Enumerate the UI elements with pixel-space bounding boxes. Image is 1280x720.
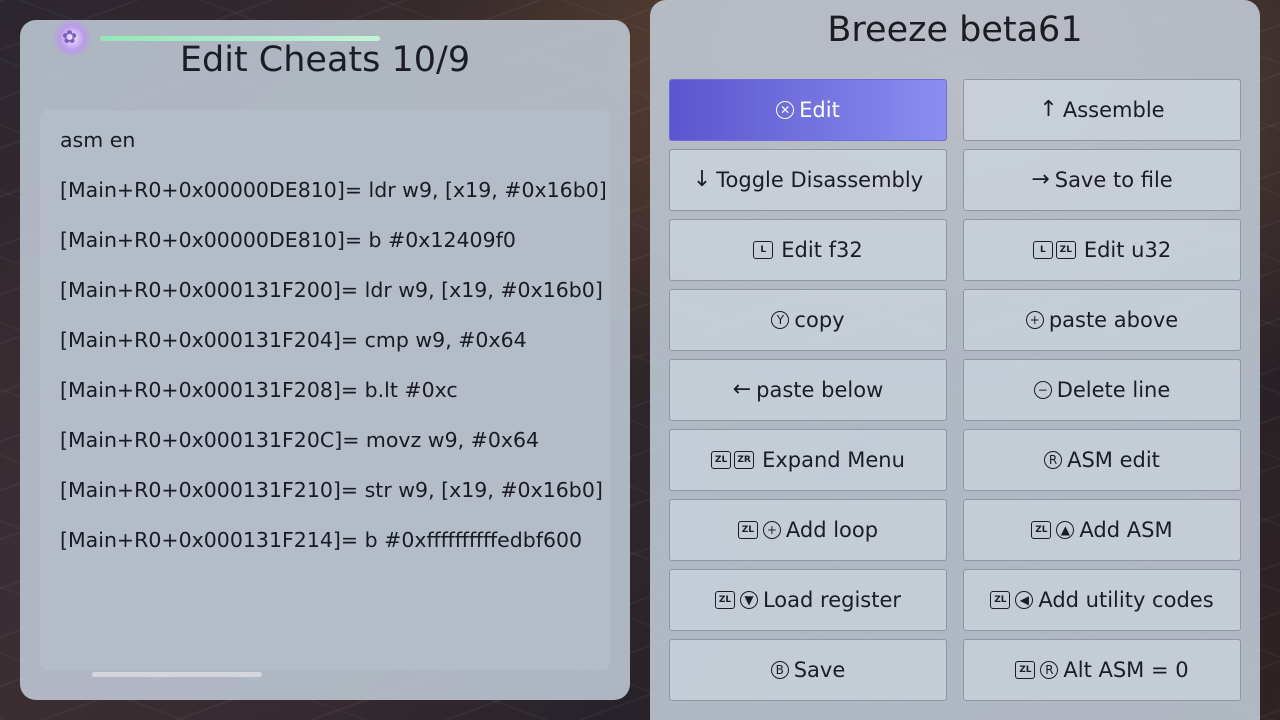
button-icons: L ZL bbox=[1032, 241, 1079, 259]
button-icons: → bbox=[1031, 169, 1049, 191]
menu-button-label: Add ASM bbox=[1079, 518, 1173, 542]
minus-button-icon: − bbox=[1033, 381, 1052, 399]
button-icons: + bbox=[1025, 311, 1044, 329]
button-icons: ZL ▼ bbox=[714, 591, 758, 609]
button-icons: ZL ◀ bbox=[990, 591, 1034, 609]
zl-button-icon: ZL bbox=[1031, 521, 1052, 539]
menu-button[interactable]: → Save to file bbox=[963, 149, 1241, 211]
menu-button-label: copy bbox=[794, 308, 845, 332]
menu-button[interactable]: ZL ▲ Add ASM bbox=[963, 499, 1241, 561]
menu-button-label: paste above bbox=[1048, 308, 1179, 332]
code-line[interactable]: [Main+R0+0x000131F214]= b #0xffffffffffe… bbox=[60, 528, 582, 552]
dpad-down-icon: ↓ bbox=[692, 167, 712, 192]
code-line[interactable]: [Main+R0+0x000131F200]= ldr w9, [x19, #0… bbox=[60, 278, 603, 302]
menu-button-label: Delete line bbox=[1056, 378, 1171, 402]
menu-panel: Breeze beta61 ✕ Edit ↑ Assemble ↓ Toggle Disa… bbox=[650, 0, 1260, 720]
b-button-icon: B bbox=[770, 661, 789, 679]
button-icons: ↓ bbox=[693, 169, 711, 191]
zr-button-icon: ZR bbox=[734, 451, 755, 469]
button-icons: R bbox=[1044, 451, 1063, 469]
zl-button-icon: ZL bbox=[990, 591, 1011, 609]
menu-button[interactable]: R ASM edit bbox=[963, 429, 1241, 491]
menu-title: Breeze beta61 bbox=[827, 10, 1083, 50]
code-line[interactable]: [Main+R0+0x000131F204]= cmp w9, #0x64 bbox=[60, 328, 527, 352]
menu-button[interactable]: ZL ▼ Load register bbox=[669, 569, 947, 631]
menu-button[interactable]: ZL ZR Expand Menu bbox=[669, 429, 947, 491]
menu-button[interactable]: L Edit f32 bbox=[669, 219, 947, 281]
zl-button-icon: ZL bbox=[1055, 241, 1076, 259]
button-icons: ZL ZR bbox=[711, 451, 757, 469]
a-button-icon: ✕ bbox=[776, 101, 795, 119]
menu-button[interactable]: L ZL Edit u32 bbox=[963, 219, 1241, 281]
code-line[interactable]: [Main+R0+0x000131F210]= str w9, [x19, #0… bbox=[60, 478, 603, 502]
right-stick-icon: R bbox=[1044, 451, 1063, 469]
zl-button-icon: ZL bbox=[1015, 661, 1036, 679]
dpad-left-icon: ← bbox=[732, 377, 752, 402]
menu-button[interactable]: + paste above bbox=[963, 289, 1241, 351]
plus-button-icon: + bbox=[1025, 311, 1044, 329]
menu-button[interactable]: ✕ Edit bbox=[669, 79, 947, 141]
menu-button[interactable]: B Save bbox=[669, 639, 947, 701]
zl-button-icon: ZL bbox=[711, 451, 732, 469]
menu-button[interactable]: ZL ◀ Add utility codes bbox=[963, 569, 1241, 631]
code-line[interactable]: [Main+R0+0x00000DE810]= b #0x12409f0 bbox=[60, 228, 516, 252]
scroll-indicator bbox=[92, 672, 262, 677]
menu-button[interactable]: ↓ Toggle Disassembly bbox=[669, 149, 947, 211]
plus-button-icon: + bbox=[762, 521, 781, 539]
menu-button-label: paste below bbox=[756, 378, 884, 402]
panel-title: Edit Cheats 10/9 bbox=[179, 40, 471, 80]
menu-button-label: Alt ASM = 0 bbox=[1063, 658, 1189, 682]
menu-button-label: Add loop bbox=[785, 518, 879, 542]
menu-button-label: Edit bbox=[799, 98, 840, 122]
button-icons: ↑ bbox=[1039, 99, 1057, 121]
l-button-icon: L bbox=[1032, 241, 1053, 259]
button-icons: ✕ bbox=[776, 101, 795, 119]
menu-button-label: Add utility codes bbox=[1038, 588, 1214, 612]
code-line[interactable]: [Main+R0+0x000131F208]= b.lt #0xc bbox=[60, 378, 458, 402]
menu-button-label: Save to file bbox=[1054, 168, 1173, 192]
dpad-right-icon: → bbox=[1031, 167, 1050, 192]
menu-button-label: Toggle Disassembly bbox=[716, 168, 924, 192]
button-icons: ZL + bbox=[737, 521, 781, 539]
menu-button-label: ASM edit bbox=[1067, 448, 1160, 472]
menu-button-label: Edit u32 bbox=[1083, 238, 1172, 262]
button-icons: B bbox=[770, 661, 789, 679]
menu-button[interactable]: ZL R Alt ASM = 0 bbox=[963, 639, 1241, 701]
right-stick-icon: R bbox=[1040, 661, 1059, 679]
menu-button[interactable]: ← paste below bbox=[669, 359, 947, 421]
dpad-up-icon: ↑ bbox=[1039, 97, 1058, 122]
button-icons: − bbox=[1033, 381, 1052, 399]
menu-button-label: Load register bbox=[762, 588, 902, 612]
menu-button-label: Edit f32 bbox=[781, 238, 863, 262]
button-icons: L bbox=[753, 241, 776, 259]
menu-button[interactable]: − Delete line bbox=[963, 359, 1241, 421]
zl-button-icon: ZL bbox=[714, 591, 735, 609]
dpad-down-filled-icon: ▼ bbox=[739, 591, 758, 609]
button-icons: ZL ▲ bbox=[1031, 521, 1075, 539]
button-icons: ← bbox=[733, 379, 751, 401]
y-button-icon: Y bbox=[771, 311, 790, 329]
menu-button-label: Expand Menu bbox=[762, 448, 905, 472]
code-line[interactable]: [Main+R0+0x00000DE810]= ldr w9, [x19, #0… bbox=[60, 178, 607, 202]
dpad-up-filled-icon: ▲ bbox=[1056, 521, 1075, 539]
menu-button-label: Save bbox=[793, 658, 846, 682]
code-line[interactable]: [Main+R0+0x000131F20C]= movz w9, #0x64 bbox=[60, 428, 539, 452]
l-button-icon: L bbox=[753, 241, 774, 259]
menu-button-label: Assemble bbox=[1062, 98, 1165, 122]
menu-button[interactable]: ZL + Add loop bbox=[669, 499, 947, 561]
dpad-left-filled-icon: ◀ bbox=[1015, 591, 1034, 609]
edit-cheats-panel: ✿ Edit Cheats 10/9 asm en [Main+R0+0x000… bbox=[20, 20, 630, 700]
menu-button[interactable]: ↑ Assemble bbox=[963, 79, 1241, 141]
button-icons: Y bbox=[771, 311, 790, 329]
cheat-code-list[interactable]: asm en [Main+R0+0x00000DE810]= ldr w9, [… bbox=[40, 110, 610, 670]
menu-button[interactable]: Ycopy bbox=[669, 289, 947, 351]
code-line[interactable]: asm en bbox=[60, 128, 135, 152]
button-icons: ZL R bbox=[1015, 661, 1059, 679]
zl-button-icon: ZL bbox=[737, 521, 758, 539]
